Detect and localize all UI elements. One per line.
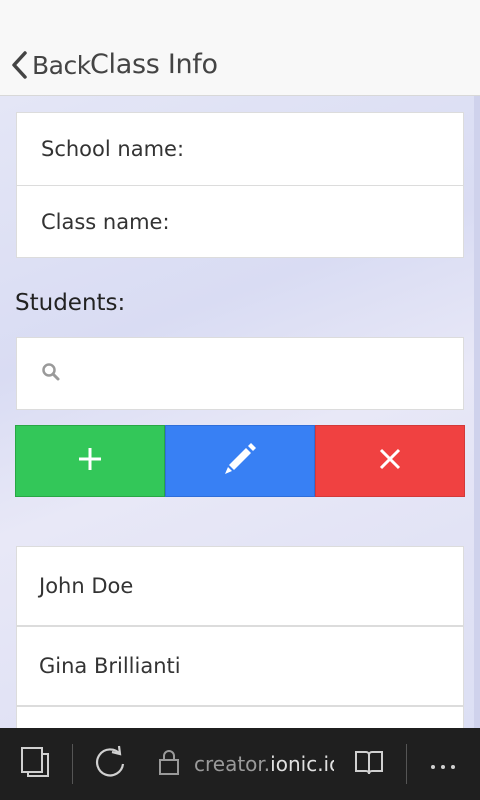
class-form: School name: Class name:	[16, 112, 464, 258]
student-search-bar[interactable]	[16, 337, 464, 410]
class-name-field[interactable]: Class name:	[17, 185, 463, 257]
refresh-icon	[92, 744, 128, 784]
chevron-left-icon	[10, 50, 30, 80]
plus-icon	[77, 446, 103, 476]
browser-toolbar: creator.ionic.io	[0, 728, 480, 800]
list-item[interactable]	[17, 705, 463, 728]
more-icon	[430, 755, 456, 774]
tabs-button[interactable]	[20, 728, 50, 800]
search-input[interactable]	[71, 360, 435, 387]
app-header: Back Class Info	[0, 0, 480, 96]
school-name-field[interactable]: School name:	[17, 113, 463, 185]
delete-student-button[interactable]	[315, 425, 465, 497]
add-student-button[interactable]	[15, 425, 165, 497]
book-icon	[354, 748, 384, 780]
tabs-icon	[20, 746, 50, 782]
student-name: John Doe	[39, 574, 134, 598]
lock-indicator	[158, 728, 180, 800]
edit-student-button[interactable]	[165, 425, 315, 497]
address-bar[interactable]: creator.ionic.io	[194, 728, 334, 800]
page-title: Class Info	[90, 49, 218, 80]
refresh-button[interactable]	[92, 728, 128, 800]
pencil-icon	[223, 442, 257, 480]
toolbar-divider	[72, 744, 73, 784]
lock-icon	[158, 748, 180, 780]
content-area[interactable]: School name: Class name: Students: John …	[0, 96, 480, 728]
student-actions	[15, 425, 465, 497]
list-item[interactable]: John Doe	[17, 547, 463, 625]
search-icon	[41, 362, 61, 386]
class-name-label: Class name:	[41, 209, 170, 234]
more-button[interactable]	[430, 728, 456, 800]
school-name-label: School name:	[41, 137, 185, 161]
students-heading: Students:	[15, 290, 126, 316]
url-domain: ionic.io	[270, 752, 334, 776]
close-icon	[378, 447, 402, 475]
student-name: Gina Brillianti	[39, 654, 181, 678]
back-label: Back	[32, 50, 91, 80]
scrollbar[interactable]	[474, 96, 480, 728]
list-item[interactable]: Gina Brillianti	[17, 625, 463, 705]
back-button[interactable]: Back	[10, 48, 91, 82]
toolbar-divider	[406, 744, 407, 784]
url-prefix: creator.	[194, 752, 271, 776]
reading-view-button[interactable]	[354, 728, 384, 800]
student-list: John Doe Gina Brillianti	[16, 546, 464, 728]
